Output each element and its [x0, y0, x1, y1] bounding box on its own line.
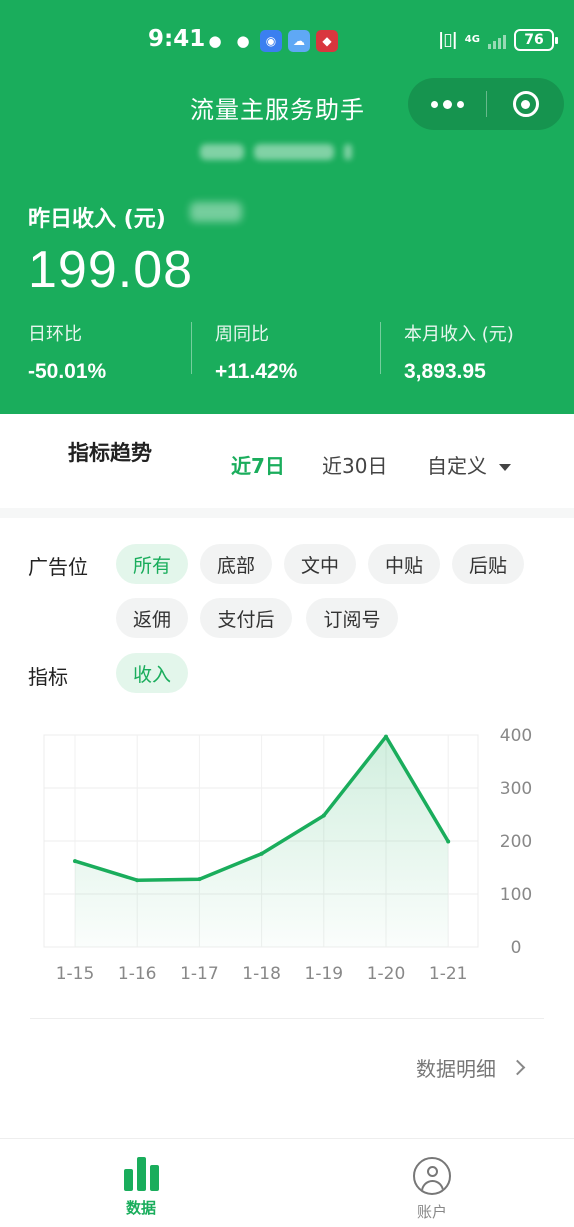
close-button[interactable]	[487, 78, 564, 130]
tab-account-label: 账户	[416, 1203, 447, 1221]
stat-week-over-week: 周同比 +11.42%	[215, 320, 297, 384]
stat-value: -50.01%	[28, 360, 107, 383]
network-label: 4G	[464, 34, 480, 45]
user-icon	[413, 1157, 451, 1195]
close-target-icon	[512, 91, 539, 117]
wechat-icon: ●	[236, 32, 250, 50]
x-axis-ticks: 1-15 1-16 1-17 1-18 1-19 1-20 1-21	[56, 964, 468, 984]
y-tick-label: 400	[500, 726, 532, 746]
data-point	[259, 851, 264, 856]
x-tick-label: 1-15	[56, 964, 95, 984]
notification-icons: ● ● ◉ ☁ ◆	[204, 30, 338, 52]
status-right: |▯| 4G 76	[438, 29, 558, 51]
chip-ad-in-article[interactable]: 文中	[284, 544, 356, 584]
tab-30-days[interactable]: 近30日	[322, 450, 387, 479]
chevron-right-icon	[509, 1059, 526, 1076]
data-detail-label: 数据明细	[416, 1057, 496, 1081]
more-dot-icon	[456, 100, 464, 108]
status-bar: 9:41 ● ● ◉ ☁ ◆ |▯| 4G 76	[0, 22, 574, 60]
metric-label: 指标	[28, 665, 68, 689]
chip-ad-bottom[interactable]: 底部	[200, 544, 272, 584]
battery-icon: 76	[513, 29, 558, 51]
menu-capsule	[408, 78, 564, 130]
chip-ad-all[interactable]: 所有	[116, 544, 188, 584]
stat-label: 日环比	[28, 324, 82, 345]
section-separator	[0, 508, 574, 518]
page-title: 流量主服务助手	[190, 96, 365, 124]
y-tick-label: 300	[500, 779, 532, 799]
data-point	[135, 878, 140, 883]
income-trend-chart: 0100200300400 1-15 1-16 1-17 1-18 1-19 1-20 1-…	[43, 726, 532, 984]
bottom-tabbar: 数据 账户	[0, 1138, 574, 1227]
vibrate-icon: |▯|	[438, 30, 458, 50]
yesterday-income-label: 昨日收入 (元)	[28, 207, 166, 232]
tab-custom-label: 自定义	[427, 454, 487, 478]
x-tick-label: 1-19	[305, 964, 344, 984]
chip-metric-income[interactable]: 收入	[116, 653, 188, 693]
trend-title: 指标趋势	[68, 441, 152, 465]
status-time: 9:41	[148, 26, 206, 52]
data-point	[73, 859, 77, 864]
tab-account[interactable]: 账户	[372, 1139, 492, 1227]
wechat-icon: ●	[208, 32, 222, 50]
x-tick-label: 1-18	[242, 964, 281, 984]
stat-label: 本月收入 (元)	[404, 324, 514, 345]
y-tick-label: 0	[511, 938, 522, 958]
header-panel: 9:41 ● ● ◉ ☁ ◆ |▯| 4G 76 流量主服务助手 昨日收入 (元…	[0, 0, 574, 414]
bar-chart-icon	[122, 1157, 160, 1191]
stat-label: 周同比	[215, 324, 269, 345]
stat-month-income: 本月收入 (元) 3,893.95	[404, 320, 514, 384]
data-point	[446, 839, 451, 844]
stat-value: +11.42%	[215, 360, 298, 383]
chip-ad-subscription[interactable]: 订阅号	[306, 598, 398, 638]
chip-ad-mid-roll[interactable]: 中贴	[368, 544, 440, 584]
app-red-icon: ◆	[316, 30, 338, 52]
y-tick-label: 200	[500, 832, 532, 852]
blurred-label	[190, 202, 242, 222]
stat-divider	[191, 322, 192, 374]
divider	[30, 1018, 544, 1019]
data-point	[321, 813, 326, 818]
yesterday-income-value: 199.08	[28, 241, 194, 299]
stat-value: 3,893.95	[404, 360, 486, 383]
chip-ad-post-roll[interactable]: 后贴	[452, 544, 524, 584]
chip-ad-after-payment[interactable]: 支付后	[200, 598, 292, 638]
data-point	[197, 877, 202, 882]
x-tick-label: 1-16	[118, 964, 157, 984]
more-dot-icon	[430, 100, 438, 108]
ad-position-label: 广告位	[28, 555, 88, 579]
x-tick-label: 1-20	[367, 964, 406, 984]
caret-down-icon	[499, 464, 511, 471]
tab-7-days[interactable]: 近7日	[231, 450, 285, 479]
app-root: 9:41 ● ● ◉ ☁ ◆ |▯| 4G 76 流量主服务助手 昨日收入 (元…	[0, 0, 574, 1227]
tab-data-label: 数据	[125, 1199, 156, 1217]
app-blue-icon: ◉	[260, 30, 282, 52]
data-detail-link[interactable]: 数据明细	[416, 1053, 526, 1082]
x-tick-label: 1-17	[180, 964, 219, 984]
stat-day-over-day: 日环比 -50.01%	[28, 320, 106, 384]
y-tick-label: 100	[500, 885, 532, 905]
stat-divider	[380, 322, 381, 374]
y-axis-ticks: 0 100 200 300 400	[500, 726, 532, 958]
x-tick-label: 1-21	[429, 964, 468, 984]
blurred-account-info	[200, 144, 352, 160]
chip-ad-rebate[interactable]: 返佣	[116, 598, 188, 638]
data-point	[384, 734, 388, 739]
weather-icon: ☁	[288, 30, 310, 52]
tab-custom-range[interactable]: 自定义	[427, 450, 511, 479]
more-button[interactable]	[408, 78, 486, 130]
signal-icon	[487, 31, 506, 49]
more-dot-icon	[442, 99, 452, 109]
tab-data[interactable]: 数据	[81, 1139, 201, 1227]
